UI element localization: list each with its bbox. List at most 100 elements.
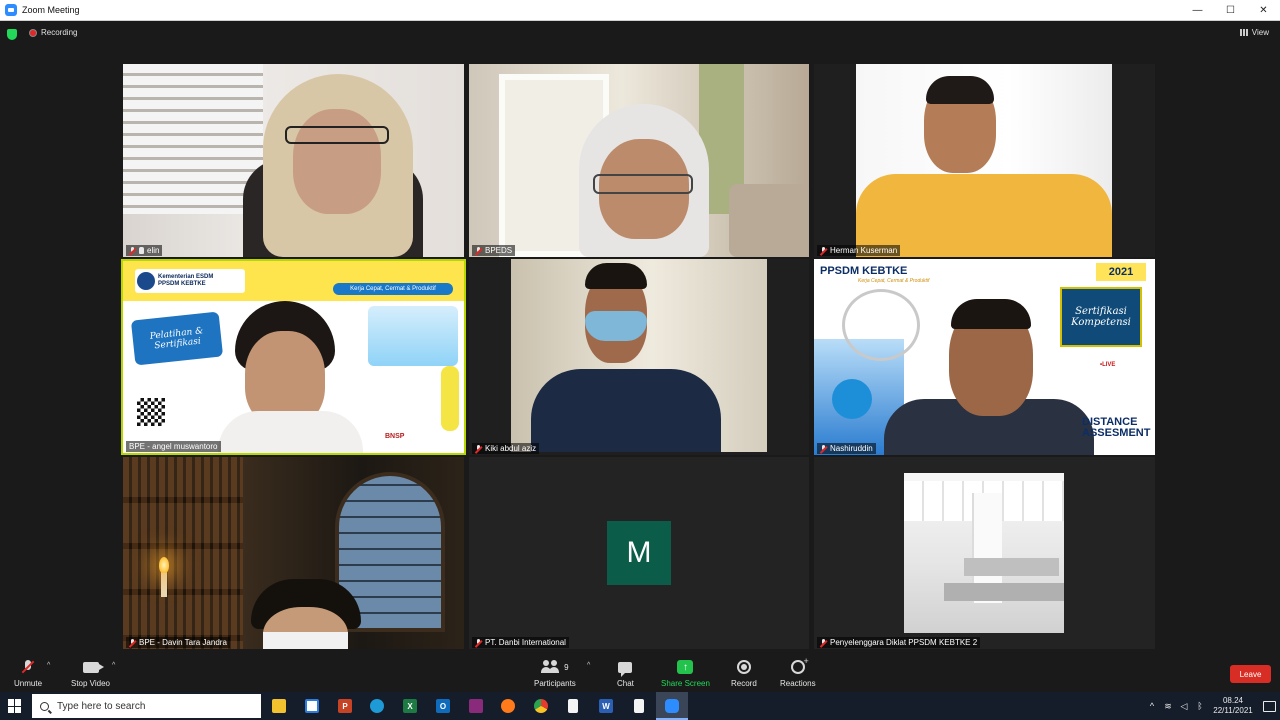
zoom-app-icon	[5, 4, 17, 16]
video-options-caret[interactable]: ^	[112, 662, 115, 669]
distance-assesment-label: DISTANCE ASSESMENT	[1082, 417, 1150, 439]
view-button[interactable]: View	[1239, 28, 1269, 37]
office-background-image	[904, 473, 1064, 633]
participant-shirt	[531, 369, 721, 452]
taskbar-search-box[interactable]: Type here to search	[32, 694, 261, 718]
edge-icon[interactable]	[367, 696, 387, 716]
video-feed	[511, 259, 767, 452]
record-button[interactable]: Record	[731, 658, 757, 688]
reactions-button[interactable]: Reactions	[780, 656, 816, 688]
video-tile-1[interactable]: elin	[123, 64, 464, 257]
leave-button[interactable]: Leave	[1230, 665, 1271, 683]
social-strip	[441, 366, 459, 431]
esdm-emblem-icon	[137, 272, 155, 290]
participant-shirt	[218, 411, 363, 453]
participant-name: BPEDS	[485, 246, 513, 255]
video-tile-3[interactable]: Herman Kuserman	[814, 64, 1155, 257]
participant-name: Penyelenggara Diklat PPSDM KEBTKE 2	[830, 638, 978, 647]
share-screen-button[interactable]: ↑ Share Screen	[661, 658, 710, 688]
unmute-label: Unmute	[14, 679, 43, 688]
recording-label: Recording	[41, 28, 78, 37]
excel-icon[interactable]: X	[400, 696, 420, 716]
minimize-button[interactable]: —	[1181, 0, 1214, 21]
view-label: View	[1251, 28, 1269, 37]
window-blinds	[123, 64, 263, 214]
maximize-button[interactable]: ☐	[1214, 0, 1247, 21]
word-icon[interactable]: W	[596, 696, 616, 716]
slide-tagline: Kerja Cepat, Cermat & Produktif	[333, 283, 453, 295]
mic-muted-icon	[475, 638, 482, 647]
participant-name: BPE - Davin Tara Jandra	[139, 638, 227, 647]
participant-name-tag: PT. Danbi International	[472, 637, 569, 648]
stop-video-button[interactable]: Stop Video	[71, 658, 110, 688]
winrar-icon[interactable]	[466, 696, 486, 716]
video-tile-2[interactable]: BPEDS	[469, 64, 809, 257]
participant-name: elin	[147, 246, 160, 255]
file-explorer-icon[interactable]	[269, 696, 289, 716]
mic-muted-icon	[129, 246, 136, 255]
bluetooth-icon[interactable]: ᛒ	[1192, 701, 1208, 711]
video-tile-8[interactable]: M PT. Danbi International	[469, 457, 809, 649]
video-tile-6[interactable]: PPSDM KEBTKE Kerja Cepat, Cermat & Produ…	[814, 259, 1155, 455]
mic-muted-icon	[475, 444, 482, 453]
participant-hair	[926, 76, 994, 104]
participant-name-tag: elin	[126, 245, 163, 256]
video-tile-9[interactable]: Penyelenggara Diklat PPSDM KEBTKE 2	[814, 457, 1155, 649]
audio-options-caret[interactable]: ^	[47, 662, 50, 669]
mic-muted-icon	[21, 659, 35, 675]
chrome-icon[interactable]	[531, 696, 551, 716]
reactions-smiley-icon	[790, 656, 809, 674]
firefox-icon[interactable]	[498, 696, 518, 716]
notification-icon[interactable]	[1258, 699, 1280, 713]
windows-taskbar: Type here to search P X O W ^ ≋ ◁ ᛒ 08.2…	[0, 692, 1280, 720]
video-tile-4-active-speaker[interactable]: Kementerian ESDM PPSDM KEBTKE Kerja Cepa…	[121, 259, 466, 455]
participant-name-tag: Kiki abdul aziz	[472, 443, 540, 454]
pelatihan-badge: Pelatihan & Sertifikasi	[130, 311, 224, 366]
close-button[interactable]: ✕	[1247, 0, 1280, 21]
sertifikasi-banner: Sertifikasi Kompetensi	[1060, 287, 1142, 347]
ppsdm-subheader: Kerja Cepat, Cermat & Produktif	[858, 278, 930, 284]
clock-date: 22/11/2021	[1213, 706, 1253, 715]
windows-start-icon[interactable]	[8, 699, 22, 713]
office-desk	[964, 558, 1059, 576]
participant-name-tag: Penyelenggara Diklat PPSDM KEBTKE 2	[817, 637, 981, 648]
participants-options-caret[interactable]: ^	[587, 662, 590, 669]
solar-illustration	[368, 306, 458, 366]
network-icon[interactable]: ≋	[1160, 701, 1176, 712]
logo-line-1: Kementerian ESDM	[158, 274, 214, 280]
video-tile-7[interactable]: BPE - Davin Tara Jandra	[123, 457, 464, 649]
ppsdm-emblem-icon	[842, 289, 920, 361]
participant-name-tag: Herman Kuserman	[817, 245, 901, 256]
window-titlebar: Zoom Meeting — ☐ ✕	[0, 0, 1280, 21]
volume-icon[interactable]: ◁	[1176, 701, 1192, 712]
powerpoint-icon[interactable]: P	[335, 696, 355, 716]
chat-bubble-icon	[618, 661, 633, 677]
year-badge: 2021	[1096, 263, 1146, 281]
face-mask	[263, 632, 348, 649]
file-icon[interactable]	[629, 696, 649, 716]
mic-muted-icon	[475, 246, 482, 255]
candle-flame	[159, 557, 169, 573]
candle	[161, 572, 167, 597]
taskbar-clock[interactable]: 08.24 22/11/2021	[1208, 696, 1258, 716]
participants-button[interactable]: 9 Participants	[534, 658, 576, 688]
outlook-icon[interactable]: O	[433, 696, 453, 716]
video-feed	[856, 64, 1112, 257]
recording-indicator[interactable]: Recording	[29, 28, 77, 37]
file-icon[interactable]	[563, 696, 583, 716]
show-hidden-icons-chevron-icon[interactable]: ^	[1144, 701, 1160, 711]
mic-muted-icon	[820, 444, 827, 453]
gallery-view-icon	[1239, 29, 1248, 36]
system-tray: ^ ≋ ◁ ᛒ 08.24 22/11/2021	[1144, 692, 1280, 720]
chat-button[interactable]: Chat	[617, 658, 634, 688]
mic-muted-icon	[820, 638, 827, 647]
zoom-taskbar-icon[interactable]	[662, 696, 682, 716]
search-icon	[40, 701, 49, 711]
store-icon[interactable]	[302, 696, 322, 716]
share-screen-arrow-icon: ↑	[677, 660, 694, 674]
record-label: Record	[731, 679, 757, 688]
video-tile-5[interactable]: Kiki abdul aziz	[469, 259, 809, 455]
encryption-shield-icon[interactable]	[7, 29, 17, 40]
participant-name-tag: BPE - angel muswantoro	[126, 441, 221, 452]
unmute-button[interactable]: Unmute	[14, 658, 42, 688]
